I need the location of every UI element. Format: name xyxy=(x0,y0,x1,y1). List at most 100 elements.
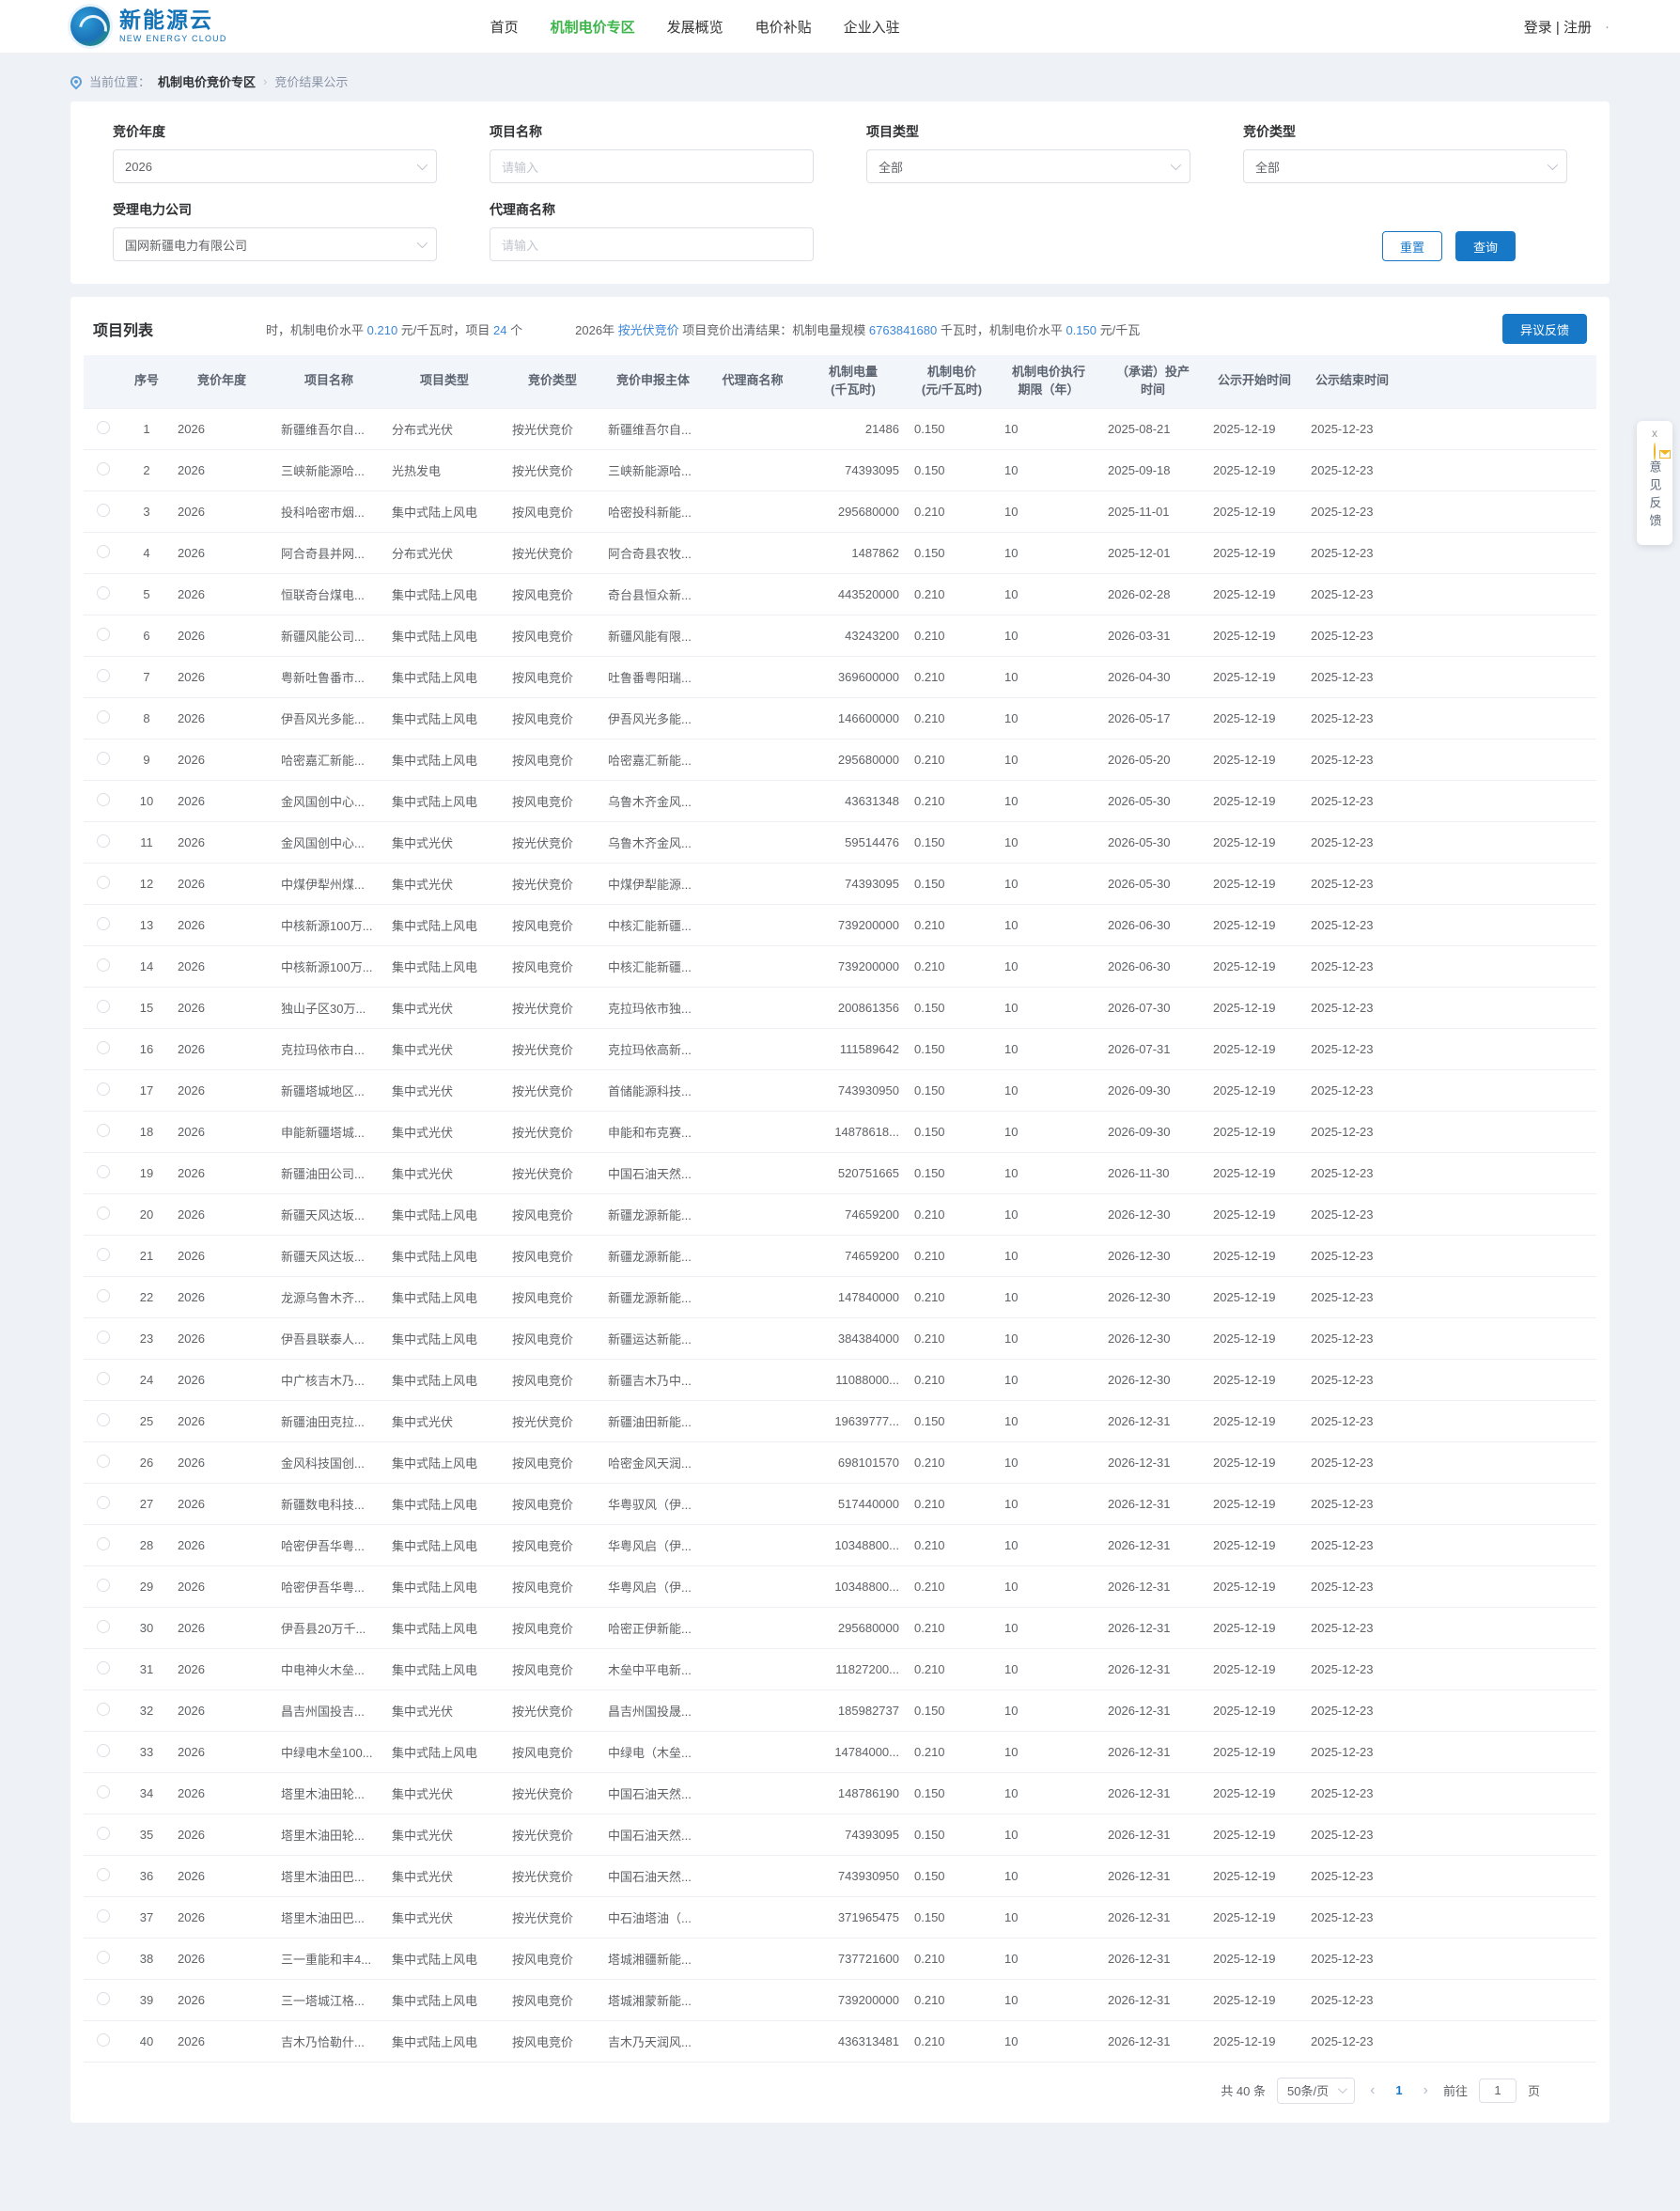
cell-mechanism-energy: 739200000 xyxy=(800,904,907,946)
cell-mechanism-price: 0.210 xyxy=(907,780,997,822)
cell-seq: 19 xyxy=(123,1152,170,1194)
row-radio[interactable] xyxy=(97,668,110,682)
table-row: 30 2026 伊吾县20万千... 集中式陆上风电 按风电竞价 哈密正伊新能... 295… xyxy=(84,1607,1596,1649)
cell-publicity-start: 2025-12-19 xyxy=(1206,739,1303,781)
next-page-button[interactable]: › xyxy=(1420,2082,1432,2099)
row-radio[interactable] xyxy=(97,1578,110,1592)
cell-applicant: 中国石油天然... xyxy=(600,1855,706,1897)
cell-publicity-start: 2025-12-19 xyxy=(1206,1689,1303,1732)
cell-applicant: 木垒中平电新... xyxy=(600,1648,706,1690)
row-radio[interactable] xyxy=(97,627,110,641)
row-radio[interactable] xyxy=(97,751,110,765)
close-icon[interactable]: x xyxy=(1637,427,1672,440)
page-size-select[interactable]: 50条/页 xyxy=(1277,2077,1356,2104)
table-row: 20 2026 新疆天风达坂... 集中式陆上风电 按风电竞价 新疆龙源新能... 7465… xyxy=(84,1193,1596,1236)
row-radio[interactable] xyxy=(97,1619,110,1633)
power-company-select[interactable]: 国网新疆电力有限公司 xyxy=(113,227,437,261)
prev-page-button[interactable]: ‹ xyxy=(1366,2082,1378,2099)
row-radio[interactable] xyxy=(97,875,110,889)
bid-type-select[interactable]: 全部 xyxy=(1243,149,1567,183)
radio-cell xyxy=(84,1607,123,1649)
row-radio[interactable] xyxy=(97,544,110,558)
search-button[interactable]: 查询 xyxy=(1454,231,1516,261)
row-radio[interactable] xyxy=(97,1991,110,2005)
cell-agent-name xyxy=(706,615,800,657)
row-radio[interactable] xyxy=(97,1743,110,1757)
row-radio[interactable] xyxy=(97,833,110,848)
row-radio[interactable] xyxy=(97,1247,110,1261)
ticker-pv-bid-link[interactable]: 按光伏竞价 xyxy=(618,323,679,337)
table-row: 28 2026 哈密伊吾华粤... 集中式陆上风电 按风电竞价 华粤风启（伊... 1034… xyxy=(84,1524,1596,1566)
cell-mechanism-energy: 59514476 xyxy=(800,821,907,864)
row-radio[interactable] xyxy=(97,999,110,1013)
row-radio[interactable] xyxy=(97,792,110,806)
row-radio[interactable] xyxy=(97,503,110,517)
row-radio[interactable] xyxy=(97,1495,110,1509)
filler-cell xyxy=(1401,821,1596,864)
nav-item-development-overview[interactable]: 发展概览 xyxy=(667,17,723,37)
row-radio[interactable] xyxy=(97,1536,110,1550)
cell-seq: 4 xyxy=(123,532,170,574)
row-radio[interactable] xyxy=(97,1702,110,1716)
cell-bid-year: 2026 xyxy=(170,490,273,533)
cell-publicity-end: 2025-12-23 xyxy=(1303,945,1401,988)
bid-year-select[interactable]: 2026 xyxy=(113,149,437,183)
table-row: 40 2026 吉木乃恰勒什... 集中式陆上风电 按风电竞价 吉木乃天润风... 4363… xyxy=(84,2020,1596,2063)
row-radio[interactable] xyxy=(97,1660,110,1674)
row-radio[interactable] xyxy=(97,1908,110,1923)
nav-item-home[interactable]: 首页 xyxy=(490,17,519,37)
cell-mechanism-energy: 43243200 xyxy=(800,615,907,657)
objection-feedback-button[interactable]: 异议反馈 xyxy=(1501,314,1587,344)
row-radio[interactable] xyxy=(97,1867,110,1881)
radio-cell xyxy=(84,1524,123,1566)
nav-item-mechanism-price[interactable]: 机制电价专区 xyxy=(551,17,635,37)
radio-cell xyxy=(84,1317,123,1360)
reset-button[interactable]: 重置 xyxy=(1381,231,1442,261)
radio-cell xyxy=(84,408,123,450)
project-type-select[interactable]: 全部 xyxy=(866,149,1190,183)
row-radio[interactable] xyxy=(97,916,110,930)
row-radio[interactable] xyxy=(97,709,110,724)
cell-project-name: 塔里木油田巴... xyxy=(273,1855,384,1897)
project-name-input[interactable]: 请输入 xyxy=(490,149,814,183)
logo[interactable]: 新能源云 NEW ENERGY CLOUD xyxy=(70,7,227,46)
row-radio[interactable] xyxy=(97,1206,110,1220)
current-page[interactable]: 1 xyxy=(1390,2083,1408,2097)
row-radio[interactable] xyxy=(97,1082,110,1096)
cell-publicity-start: 2025-12-19 xyxy=(1206,1938,1303,1980)
row-radio[interactable] xyxy=(97,1950,110,1964)
row-radio[interactable] xyxy=(97,1330,110,1344)
cell-production-date: 2025-08-21 xyxy=(1100,408,1206,450)
feedback-widget-label[interactable]: 意见反馈 xyxy=(1646,460,1664,532)
row-radio[interactable] xyxy=(97,585,110,599)
row-radio[interactable] xyxy=(97,1040,110,1054)
envelope-icon[interactable] xyxy=(1654,443,1671,460)
row-radio[interactable] xyxy=(97,1412,110,1426)
cell-bid-type: 按风电竞价 xyxy=(505,1731,600,1773)
row-radio[interactable] xyxy=(97,958,110,972)
cell-mechanism-price: 0.210 xyxy=(907,615,997,657)
row-radio[interactable] xyxy=(97,461,110,475)
row-radio[interactable] xyxy=(97,1123,110,1137)
row-radio[interactable] xyxy=(97,1164,110,1178)
results-table: 序号 竞价年度 项目名称 项目类型 竞价类型 竞价申报主体 代理商名称 机制电量… xyxy=(84,355,1596,2063)
row-radio[interactable] xyxy=(97,1826,110,1840)
table-row: 31 2026 中电神火木垒... 集中式陆上风电 按风电竞价 木垒中平电新... 1182… xyxy=(84,1648,1596,1690)
goto-page-input[interactable] xyxy=(1478,2078,1517,2103)
row-radio[interactable] xyxy=(97,420,110,434)
cell-mechanism-energy: 1487862 xyxy=(800,532,907,574)
row-radio[interactable] xyxy=(97,1454,110,1468)
breadcrumb-section[interactable]: 机制电价竞价专区 xyxy=(158,72,256,90)
login-register-link[interactable]: 登录 | 注册 xyxy=(1524,17,1592,37)
row-radio[interactable] xyxy=(97,1288,110,1302)
row-radio[interactable] xyxy=(97,1784,110,1798)
row-radio[interactable] xyxy=(97,2032,110,2047)
chevron-down-icon xyxy=(1170,159,1182,171)
nav-item-enterprise-entry[interactable]: 企业入驻 xyxy=(844,17,900,37)
cell-price-term: 10 xyxy=(997,863,1100,905)
cell-production-date: 2026-12-31 xyxy=(1100,1648,1206,1690)
nav-item-price-subsidy[interactable]: 电价补贴 xyxy=(755,17,812,37)
cell-bid-type: 按光伏竞价 xyxy=(505,1855,600,1897)
agent-name-input[interactable]: 请输入 xyxy=(490,227,814,261)
row-radio[interactable] xyxy=(97,1371,110,1385)
